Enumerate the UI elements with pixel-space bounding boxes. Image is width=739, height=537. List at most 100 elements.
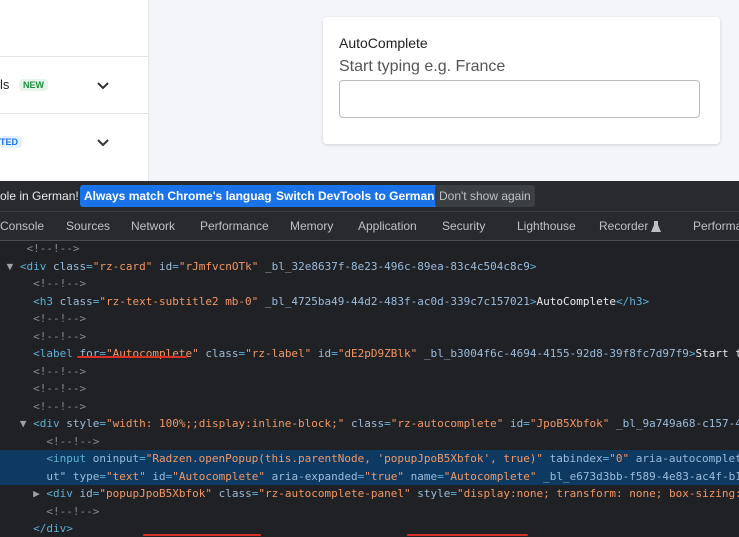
code-line[interactable]: <!--!-->: [0, 328, 739, 346]
code-token: >: [529, 259, 537, 273]
new-badge: NEW: [19, 79, 48, 91]
code-token: "rz-autocomplete-panel": [258, 487, 411, 500]
code-token: style: [410, 487, 451, 500]
code-token: <!--!-->: [0, 242, 80, 255]
code-token: oninput: [92, 452, 140, 465]
code-token: =: [99, 347, 106, 360]
dont-show-again-button[interactable]: Don't show again: [435, 185, 535, 207]
code-token: =: [86, 259, 93, 273]
code-line[interactable]: <input oninput="Radzen.openPopup(this.pa…: [0, 450, 739, 468]
code-token: AutoComplete: [536, 294, 616, 308]
code-token: ▶: [0, 487, 47, 500]
code-token: <h3: [0, 294, 60, 308]
tab-memory[interactable]: Memory: [290, 219, 333, 233]
tab-performance-insights[interactable]: Performa: [693, 219, 739, 233]
nav-row-new[interactable]: ls NEW: [0, 56, 148, 113]
code-token: <!--!-->: [0, 504, 100, 518]
tab-application[interactable]: Application: [358, 219, 417, 233]
code-token: "Autocomplete": [105, 347, 199, 360]
code-token: <!--!-->: [0, 329, 87, 343]
code-line[interactable]: <!--!-->: [0, 363, 739, 381]
code-token: =: [437, 469, 444, 483]
code-token: name: [404, 469, 438, 483]
code-line[interactable]: <!--!-->: [0, 240, 739, 258]
app-preview: ls NEW TED AutoComplete Start typing e.g…: [0, 0, 739, 181]
code-token: <!--!-->: [0, 434, 100, 448]
code-token: <!--!-->: [0, 382, 87, 395]
code-line[interactable]: <label for="Autocomplete" class="rz-labe…: [0, 345, 739, 363]
tab-network[interactable]: Network: [131, 219, 175, 233]
code-line[interactable]: ▶ <div id="popupJpoB5Xbfok" class="rz-au…: [0, 485, 739, 503]
code-line[interactable]: <!--!-->: [0, 503, 739, 521]
code-token: =: [99, 469, 106, 483]
updated-badge: TED: [0, 136, 22, 148]
nav-row-updated[interactable]: TED: [0, 113, 148, 170]
nav-row-label: ls: [0, 77, 10, 92]
autocomplete-label: Start typing e.g. France: [339, 58, 506, 75]
code-token: "true": [364, 469, 405, 483]
code-token: "display:none; transform: none; box-sizi…: [457, 487, 739, 500]
code-line[interactable]: ▼ <div class="rz-card" id="rJmfvcnOTk" _…: [0, 258, 739, 276]
code-line[interactable]: <!--!-->: [0, 275, 739, 293]
tab-sources[interactable]: Sources: [66, 219, 110, 233]
code-token: <!--!-->: [0, 364, 87, 378]
tab-recorder[interactable]: Recorder: [599, 219, 648, 233]
tab-console[interactable]: Console: [0, 219, 44, 233]
red-underline-annotation: [143, 534, 261, 536]
code-token: _bl_32e8637f-8e23-496c-89ea-83c4c504c8c9: [258, 259, 530, 273]
tab-lighthouse[interactable]: Lighthouse: [517, 219, 576, 233]
code-token: "text": [105, 469, 146, 483]
code-token: "rz-text-subtitle2 mb-0": [99, 294, 259, 308]
code-token: "rz-autocomplete": [390, 417, 504, 430]
red-underline-annotation: [77, 356, 187, 358]
code-line[interactable]: <!--!-->: [0, 310, 739, 328]
autocomplete-input[interactable]: [339, 80, 700, 118]
tab-security[interactable]: Security: [442, 219, 485, 233]
code-line[interactable]: <h3 class="rz-text-subtitle2 mb-0" _bl_4…: [0, 293, 739, 311]
code-token: <!--!-->: [0, 312, 87, 325]
chevron-down-icon[interactable]: [95, 134, 111, 150]
code-token: class: [198, 347, 239, 360]
code-token: </h3>: [615, 294, 650, 308]
code-line[interactable]: ut" type="text" id="Autocomplete" aria-e…: [0, 467, 739, 485]
code-token: aria-autocomplete: [629, 452, 739, 465]
code-token: =: [172, 259, 179, 273]
code-token: "rz-label": [245, 347, 312, 360]
code-token: style: [66, 417, 100, 430]
chevron-down-icon[interactable]: [95, 77, 111, 93]
code-token: tabindex: [543, 452, 603, 465]
code-token: _bl_b3004f6c-4694-4155-92d8-39f8fc7d97f9: [417, 347, 689, 360]
code-line[interactable]: <!--!-->: [0, 398, 739, 416]
flask-icon: [651, 221, 661, 232]
code-line[interactable]: ▼ <div style="width: 100%;;display:inlin…: [0, 415, 739, 433]
code-token: =: [331, 347, 338, 360]
code-line[interactable]: </div>: [0, 520, 739, 537]
code-token: <!--!-->: [0, 399, 87, 413]
code-token: id: [152, 259, 173, 273]
code-token: <!--!-->: [0, 277, 87, 290]
code-token: class: [211, 487, 252, 500]
code-token: ut": [0, 469, 67, 483]
tab-performance[interactable]: Performance: [200, 219, 269, 233]
code-token: "rJmfvcnOTk": [178, 259, 259, 273]
code-token: for: [79, 347, 100, 360]
code-token: "rz-card": [92, 259, 153, 273]
switch-to-german-button[interactable]: Switch DevTools to German: [272, 185, 439, 207]
code-token: _bl_e673d3bb-f589-4e83-ac4f-b17: [536, 469, 739, 483]
code-token: "Autocomplete": [172, 469, 265, 483]
code-token: "popupJpoB5Xbfok": [99, 487, 212, 500]
code-token: =: [384, 417, 391, 430]
code-token: id: [79, 487, 93, 500]
infobar-message: ole in German!: [0, 189, 79, 203]
code-token: type: [66, 469, 100, 483]
language-infobar: ole in German! Always match Chrome's lan…: [0, 181, 739, 212]
code-token: ▼: [0, 259, 20, 273]
code-token: id: [311, 347, 332, 360]
code-token: Start ty: [695, 347, 739, 360]
code-line[interactable]: <!--!-->: [0, 433, 739, 451]
code-line[interactable]: <!--!-->: [0, 380, 739, 398]
always-match-language-button[interactable]: Always match Chrome's language: [80, 185, 283, 207]
code-token: </div>: [0, 522, 73, 535]
code-token: "width: 100%;;display:inline-block;": [106, 417, 345, 430]
code-token: class: [59, 294, 93, 308]
